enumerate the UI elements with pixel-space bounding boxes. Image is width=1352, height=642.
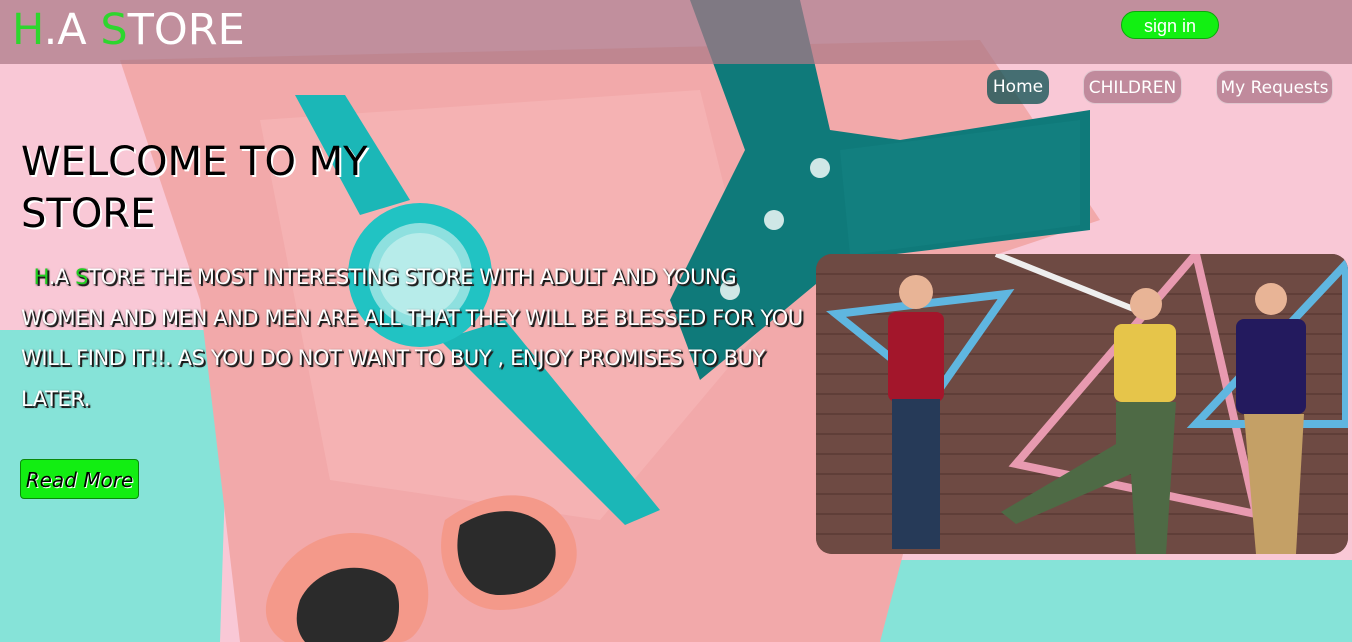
desc-letter-h: H xyxy=(33,265,49,289)
nav-children[interactable]: CHILDREN xyxy=(1083,70,1182,104)
read-more-button[interactable]: Read More xyxy=(20,459,139,499)
sign-in-button[interactable]: sign in xyxy=(1121,11,1219,39)
logo-text-rest: TORE xyxy=(127,5,245,55)
desc-text: TORE THE MOST INTERESTING STORE WITH ADU… xyxy=(21,265,803,411)
nav-my-requests[interactable]: My Requests xyxy=(1216,70,1333,104)
nav-home[interactable]: Home xyxy=(987,70,1049,104)
logo-text-mid: .A xyxy=(43,5,101,55)
desc-letter-s: S xyxy=(75,265,89,289)
logo-letter-h: H xyxy=(12,5,44,55)
store-description: H.A STORE THE MOST INTERESTING STORE WIT… xyxy=(21,257,811,419)
desc-mid: .A xyxy=(48,265,76,289)
logo-letter-s: S xyxy=(100,5,128,55)
hero-photo xyxy=(816,254,1348,554)
welcome-title: WELCOME TO MY STORE xyxy=(21,139,368,237)
store-logo[interactable]: H.A STORE xyxy=(12,4,245,56)
header-bar: H.A STORE sign in xyxy=(0,0,1352,64)
